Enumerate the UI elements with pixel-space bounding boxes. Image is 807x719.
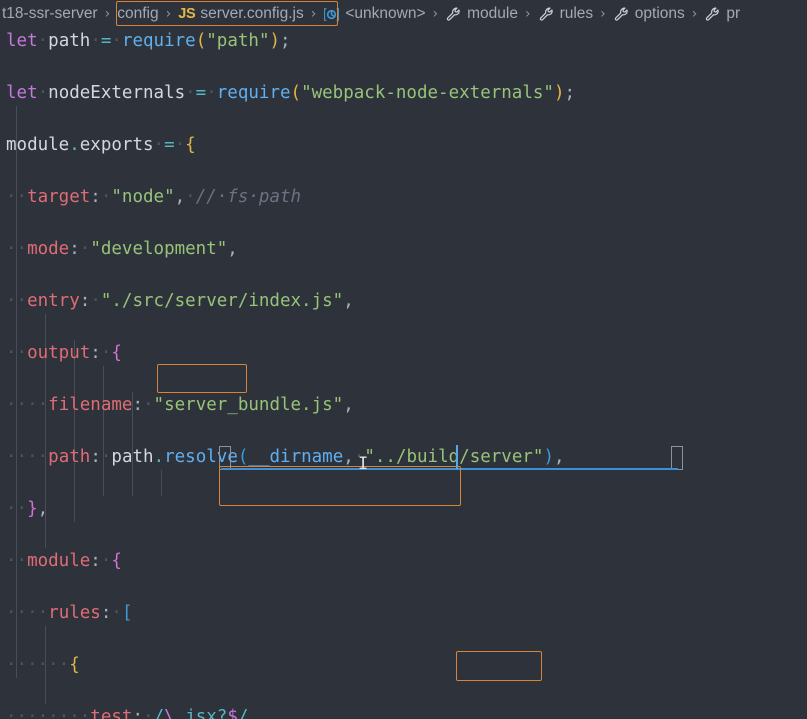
bracket-match-open [219,446,231,470]
breadcrumb-item-project[interactable]: t18-ssr-server [0,5,100,23]
code-line[interactable]: ··entry:·"./src/server/index.js", [0,288,807,314]
breadcrumb-item-unknown[interactable]: <unknown> [321,5,427,23]
breadcrumb-label-unknown: <unknown> [345,5,426,22]
breadcrumb-separator-icon: › [600,6,606,22]
code-line[interactable]: ····filename:·"server_bundle.js", [0,392,807,418]
breadcrumb-item-options[interactable]: options [611,5,687,23]
code-line[interactable]: ······{ [0,652,807,678]
js-file-icon: JS [178,6,196,22]
wrench-icon [445,6,462,23]
breadcrumb-label-options: options [634,5,685,22]
breadcrumb-label-config: config [117,5,159,22]
breadcrumb-separator-icon: › [432,6,439,22]
code-line[interactable]: let·path·=·require("path"); [0,28,807,54]
breadcrumb-separator-icon: › [104,6,111,22]
breadcrumb-label-presets: pr [726,5,741,22]
code-line[interactable]: module.exports·=·{ [0,132,807,158]
breadcrumb-label-project: t18-ssr-server [2,5,98,22]
wrench-icon [538,6,555,23]
breadcrumb-item-module[interactable]: module [443,5,520,23]
breadcrumb-separator-icon: › [165,6,172,22]
breadcrumb-item-config[interactable]: config [115,5,160,23]
code-line[interactable]: ····path:·path.resolve(__dirname,·"../bu… [0,444,807,470]
code-line[interactable]: ····rules:·[ [0,600,807,626]
code-line[interactable]: ··target:·"node",·//·fs·path [0,184,807,210]
code-line[interactable]: ··module:·{ [0,548,807,574]
breadcrumb-label-rules: rules [559,5,594,22]
code-line[interactable]: ········test:·/\.jsx?$/, [0,704,807,719]
annotation-box-test-regex [157,364,247,393]
presets-selection-underline [221,468,678,470]
code-line[interactable]: let·nodeExternals·=·require("webpack-nod… [0,80,807,106]
breadcrumb: t18-ssr-server › config › JS server.conf… [0,0,807,28]
indent-guide [161,470,162,496]
breadcrumb-separator-icon: › [691,6,698,22]
breadcrumb-item-rules[interactable]: rules [536,5,596,23]
breadcrumb-label-module: module [467,5,518,22]
code-line[interactable]: ··mode:·"development", [0,236,807,262]
wrench-icon [704,6,721,23]
breadcrumb-separator-icon: › [310,6,317,22]
code-editor[interactable]: let·path·=·require("path"); let·nodeExte… [0,28,807,719]
breadcrumb-separator-icon: › [524,6,531,22]
code-line[interactable]: ··output:·{ [0,340,807,366]
indent-guide [74,340,75,522]
indent-guide [103,366,104,496]
code-line[interactable]: ··}, [0,496,807,522]
text-cursor [456,445,458,469]
breadcrumb-label-file: server.config.js [200,5,304,22]
breadcrumb-item-presets[interactable]: pr [702,5,742,23]
wrench-icon [613,6,630,23]
breadcrumb-item-file[interactable]: JS server.config.js [176,5,306,23]
bracket-match-close [671,446,683,470]
symbol-misc-icon [323,6,340,23]
mouse-ibeam-pointer: I [358,454,369,474]
